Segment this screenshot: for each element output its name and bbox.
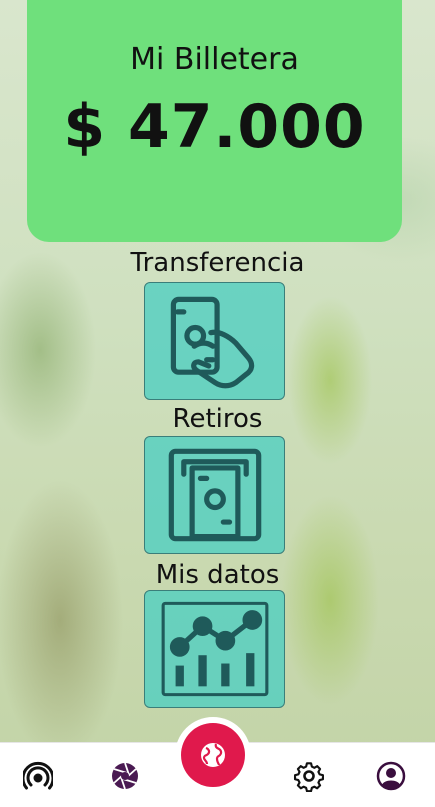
nav-broadcast[interactable] xyxy=(21,759,55,793)
gear-icon xyxy=(293,762,324,792)
wallet-title: Mi Billetera xyxy=(130,42,299,77)
hand-cash-icon xyxy=(170,296,254,389)
nav-settings[interactable] xyxy=(292,759,326,793)
wallet-balance: $ 47.000 xyxy=(63,92,366,162)
withdraw-label: Retiros xyxy=(172,404,263,434)
globe-icon xyxy=(201,743,225,767)
withdraw-button[interactable] xyxy=(144,436,285,554)
aperture-icon xyxy=(112,762,138,790)
my-data-button[interactable] xyxy=(144,590,285,708)
user-icon xyxy=(376,761,406,791)
my-data-label: Mis datos xyxy=(155,560,280,590)
nav-aperture[interactable] xyxy=(108,759,142,793)
transfer-label: Transferencia xyxy=(130,248,305,278)
nav-profile[interactable] xyxy=(374,759,408,793)
nav-globe-button[interactable] xyxy=(181,723,245,787)
line-chart-icon xyxy=(161,601,268,697)
broadcast-icon xyxy=(23,761,53,790)
transfer-button[interactable] xyxy=(144,282,285,400)
atm-withdraw-icon xyxy=(168,448,261,542)
wallet-card: Mi Billetera $ 47.000 xyxy=(27,0,402,242)
